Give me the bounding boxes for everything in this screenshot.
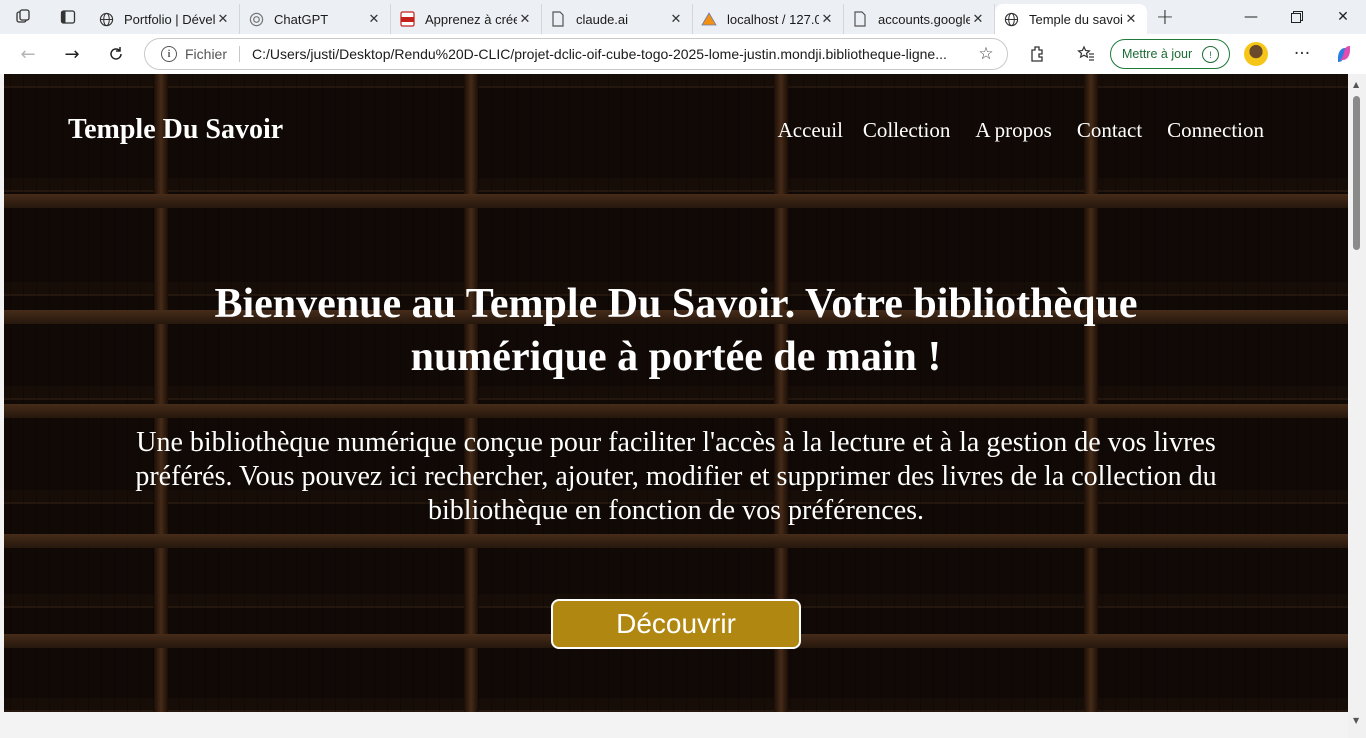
restore-button[interactable] xyxy=(1274,0,1320,34)
close-icon[interactable]: ✕ xyxy=(668,12,684,27)
favorite-star-icon[interactable]: ☆ xyxy=(975,44,997,64)
page-icon xyxy=(852,11,868,27)
tab-title: Portfolio | Dévelo xyxy=(124,11,215,27)
page-icon xyxy=(550,11,566,27)
close-icon[interactable]: ✕ xyxy=(1123,12,1139,27)
discover-button[interactable]: Découvrir xyxy=(551,599,801,649)
forward-button[interactable]: → xyxy=(50,34,94,74)
vertical-tabs-icon[interactable] xyxy=(46,0,90,34)
address-bar[interactable]: i Fichier C:/Users/justi/Desktop/Rendu%2… xyxy=(144,38,1008,70)
tab-title: localhost / 127.0. xyxy=(727,11,819,27)
extensions-icon[interactable] xyxy=(1017,34,1057,74)
copilot-icon[interactable] xyxy=(1324,34,1364,74)
reload-button[interactable] xyxy=(94,34,138,74)
update-button[interactable]: Mettre à jour ! xyxy=(1110,39,1230,69)
close-icon[interactable]: ✕ xyxy=(970,12,986,27)
minimize-button[interactable]: — xyxy=(1228,0,1274,34)
avatar[interactable] xyxy=(1244,42,1268,66)
scheme-label: Fichier xyxy=(185,46,241,62)
back-button[interactable]: ← xyxy=(6,34,50,74)
tab-claude[interactable]: claude.ai ✕ xyxy=(542,4,693,34)
url-text[interactable]: C:/Users/justi/Desktop/Rendu%20D-CLIC/pr… xyxy=(252,46,975,62)
favorites-icon[interactable] xyxy=(1066,34,1106,74)
hero-title: Bienvenue au Temple Du Savoir. Votre bib… xyxy=(214,281,1138,380)
scroll-thumb[interactable] xyxy=(1353,96,1360,250)
tab-temple-du-savoir[interactable]: Temple du savoir ✕ xyxy=(995,4,1147,34)
menu-item-connection[interactable]: Connection xyxy=(1167,118,1264,143)
scroll-up-arrow-icon[interactable]: ▲ xyxy=(1353,80,1359,89)
chatgpt-icon xyxy=(248,11,264,27)
new-tab-button[interactable]: + xyxy=(1147,5,1183,30)
more-options-icon[interactable]: ··· xyxy=(1282,34,1322,74)
menu-item-contact[interactable]: Contact xyxy=(1077,118,1142,143)
close-icon[interactable]: ✕ xyxy=(366,12,382,27)
tab-title: accounts.google. xyxy=(878,11,970,27)
menu-item-a-propos[interactable]: A propos xyxy=(975,118,1051,143)
tab-title: ChatGPT xyxy=(274,11,329,27)
phpmyadmin-icon xyxy=(701,11,717,27)
pdf-icon xyxy=(399,11,415,27)
tab-portfolio[interactable]: Portfolio | Dévelo ✕ xyxy=(90,4,240,34)
tab-accounts-google[interactable]: accounts.google. ✕ xyxy=(844,4,995,34)
tab-localhost[interactable]: localhost / 127.0. ✕ xyxy=(693,4,844,34)
globe-icon xyxy=(98,11,114,27)
page-scrollbar[interactable]: ▲ ▼ xyxy=(1348,74,1366,738)
close-window-button[interactable]: ✕ xyxy=(1320,0,1366,34)
close-icon[interactable]: ✕ xyxy=(215,12,231,27)
close-icon[interactable]: ✕ xyxy=(517,12,533,27)
page-viewport: Temple Du Savoir Acceuil Collection A pr… xyxy=(4,74,1348,712)
tab-title: Apprenez à créer xyxy=(425,11,517,27)
tab-title: Temple du savoir xyxy=(1029,11,1123,27)
tab-chatgpt[interactable]: ChatGPT ✕ xyxy=(240,4,391,34)
main-menu: Acceuil Collection A propos Contact Conn… xyxy=(778,118,1264,143)
close-icon[interactable]: ✕ xyxy=(819,12,835,27)
browser-toolbar: ← → i Fichier C:/Users/justi/Desktop/Ren… xyxy=(0,34,1366,74)
tab-title: claude.ai xyxy=(576,11,629,27)
menu-item-collection[interactable]: Collection xyxy=(863,118,951,143)
update-label: Mettre à jour xyxy=(1122,47,1193,61)
info-icon[interactable]: i xyxy=(161,46,177,62)
tab-pdf[interactable]: Apprenez à créer ✕ xyxy=(391,4,542,34)
update-alert-icon: ! xyxy=(1202,46,1219,63)
workspaces-icon[interactable] xyxy=(0,0,46,34)
window-bottom-edge xyxy=(0,712,1348,738)
menu-item-acceuil[interactable]: Acceuil xyxy=(778,118,843,143)
globe-icon xyxy=(1003,11,1019,27)
hero-description: Une bibliothèque numérique conçue pour f… xyxy=(135,427,1217,526)
scroll-down-arrow-icon[interactable]: ▼ xyxy=(1353,716,1359,725)
tab-strip: Portfolio | Dévelo ✕ ChatGPT ✕ Apprenez … xyxy=(0,0,1366,34)
site-brand[interactable]: Temple Du Savoir xyxy=(68,114,283,146)
site-header: Temple Du Savoir Acceuil Collection A pr… xyxy=(4,74,1348,184)
